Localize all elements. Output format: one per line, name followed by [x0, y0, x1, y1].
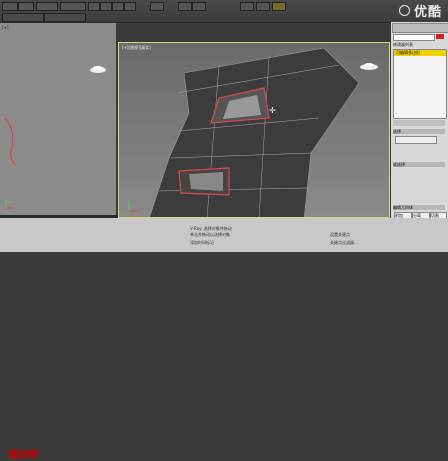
render-button[interactable] [272, 2, 286, 11]
viewport-label[interactable]: [+][透视][真实] [122, 45, 151, 51]
redo-button[interactable] [18, 2, 34, 11]
watermark-text: 优酷 [413, 5, 442, 20]
subobject-buttons[interactable] [395, 136, 437, 144]
viewport-label[interactable]: [+] [2, 25, 8, 30]
object-name-field[interactable] [393, 34, 435, 41]
render-setup-button[interactable] [256, 2, 270, 11]
left-viewport-canvas [4, 66, 106, 209]
subhead-edit-geometry[interactable]: 编辑几何体 [393, 205, 445, 210]
main-toolbar: 优酷 [0, 0, 448, 23]
add-time-tag[interactable]: 添加时间标记 [190, 240, 214, 246]
status-bar: 瑞泽明 V-Ray: 选择对象并拖动 单击并拖动以选择对象 添加时间标记 设置关… [0, 218, 448, 461]
stack-item[interactable]: 可编辑多边形 [394, 50, 446, 56]
snap-button[interactable] [150, 2, 164, 11]
command-panel-tabs[interactable] [392, 23, 448, 33]
ribbon-tab[interactable] [44, 13, 86, 22]
modifier-stack[interactable]: 可编辑多边形 [393, 49, 447, 119]
subhead-selection[interactable]: 选择 [393, 129, 445, 134]
align-button[interactable] [192, 2, 206, 11]
modifier-list-label[interactable]: 修改器列表 [393, 42, 413, 48]
left-viewport[interactable]: [+] [0, 23, 116, 215]
key-filters-button[interactable]: 关键点过滤器... [330, 240, 358, 246]
undo-button[interactable] [2, 2, 18, 11]
select-filter-dropdown[interactable] [60, 2, 86, 11]
stack-controls[interactable] [393, 120, 445, 126]
command-panel: 修改器列表 可编辑多边形 选择 软选择 编辑几何体 附加 分离 切割 [391, 22, 448, 220]
link-button[interactable] [36, 2, 58, 11]
select-button[interactable] [88, 2, 100, 11]
move-button[interactable] [100, 2, 112, 11]
perspective-viewport[interactable]: [+][透视][真实] ✛ [118, 42, 390, 218]
ribbon-tab[interactable] [2, 13, 44, 22]
status-hint: 单击并拖动以选择对象 [190, 232, 230, 237]
set-key-button[interactable]: 设置关键点 [330, 232, 350, 238]
svg-text:✛: ✛ [269, 106, 276, 115]
youku-logo-icon [399, 5, 410, 16]
mirror-button[interactable] [178, 2, 192, 11]
brand-logo: 瑞泽明 [8, 450, 38, 461]
material-editor-button[interactable] [240, 2, 254, 11]
perspective-viewport-canvas: ✛ [128, 47, 378, 217]
subhead-soft-selection[interactable]: 软选择 [393, 162, 445, 167]
rotate-button[interactable] [112, 2, 124, 11]
object-color-swatch[interactable] [436, 34, 444, 39]
scale-button[interactable] [124, 2, 136, 11]
